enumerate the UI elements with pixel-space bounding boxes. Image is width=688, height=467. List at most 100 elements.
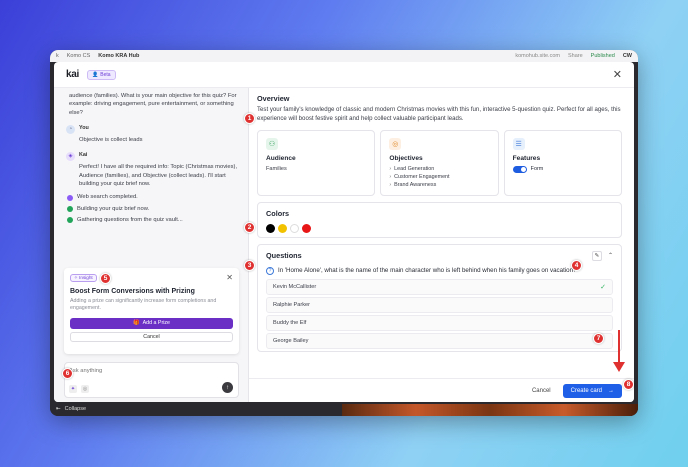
close-icon[interactable]: ✕ [613, 68, 622, 81]
user-avatar-icon: ◔ [66, 125, 75, 135]
brief-pane: Overview Test your family's knowledge of… [249, 88, 634, 402]
status-step: Building your quiz brief now. [66, 205, 240, 213]
kai-modal: kai 👤 Beta ✕ audience (families). What i… [54, 62, 634, 402]
color-swatch-white[interactable] [290, 223, 299, 233]
kai-message-intro: audience (families). What is your main o… [69, 93, 237, 116]
overview-text: Test your family's knowledge of classic … [257, 106, 621, 122]
beta-label: Beta [100, 71, 111, 78]
kai-message-text: Perfect! I have all the required info: T… [79, 164, 238, 187]
objectives-list: Lead Generation Customer Engagement Bran… [389, 165, 489, 190]
magic-wand-icon[interactable]: ✦ [69, 385, 77, 393]
breadcrumb-hub[interactable]: Komo KRA Hub [98, 53, 139, 59]
annotation-marker-3: 3 [244, 260, 255, 271]
check-circle-icon [67, 205, 73, 212]
sliders-icon: ☰ [512, 137, 525, 150]
color-swatches [266, 223, 613, 233]
objectives-card: ◎ Objectives Lead Generation Customer En… [380, 129, 499, 196]
add-prize-button[interactable]: 🎁 Add a Prize [70, 317, 233, 329]
answer-option[interactable]: George Bailey [266, 332, 613, 349]
app-top-bar: k Komo CS Komo KRA Hub komohub.site.com … [50, 50, 638, 62]
collapse-icon[interactable]: ⇤ [56, 406, 61, 412]
answers-list: Kevin McCallister ✓ Ralphie Parker Buddy… [266, 278, 613, 349]
answer-text: Kevin McCallister [273, 283, 317, 290]
arrow-down-icon [613, 330, 625, 374]
question-row: ? In 'Home Alone', what is the name of t… [266, 266, 613, 275]
audience-value: Families [266, 165, 287, 172]
status-text: Building your quiz brief now. [77, 205, 150, 212]
annotation-marker-6: 6 [62, 368, 73, 379]
check-circle-icon [67, 217, 73, 224]
insight-tag: ✧ Insight [70, 274, 97, 282]
status-step: Web search completed. [66, 193, 240, 201]
modal-header: kai 👤 Beta ✕ [54, 62, 634, 88]
features-title: Features [512, 154, 541, 162]
objective-item: Brand Awareness [389, 181, 489, 189]
settings-icon[interactable]: ◎ [81, 385, 89, 393]
answer-text: Buddy the Elf [273, 319, 307, 326]
kai-avatar-icon: ◈ [66, 152, 75, 162]
cancel-button[interactable]: Cancel [532, 388, 551, 394]
overview-title: Overview [257, 94, 290, 103]
add-prize-label: Add a Prize [142, 320, 170, 327]
insight-description: Adding a prize can significantly increas… [70, 298, 217, 312]
collapse-button[interactable]: Collapse [65, 406, 86, 412]
send-button[interactable]: ↑ [222, 382, 233, 393]
bottom-bar: ⇤ Collapse [50, 402, 638, 416]
app-window: k Komo CS Komo KRA Hub komohub.site.com … [50, 50, 638, 416]
annotation-marker-8: 8 [623, 379, 634, 390]
sender-you: You [79, 125, 89, 132]
form-feature-row: Form [512, 165, 613, 173]
insight-tag-label: Insight [79, 275, 93, 280]
question-text: In 'Home Alone', what is the name of the… [278, 267, 577, 275]
color-swatch-red[interactable] [302, 223, 311, 233]
color-swatch-black[interactable] [266, 223, 275, 233]
colors-title: Colors [266, 208, 290, 218]
insight-cancel-button[interactable]: Cancel [70, 331, 233, 342]
input-tools: ✦ ◎ [69, 385, 89, 393]
status-step: Gathering questions from the quiz vault.… [66, 216, 240, 224]
check-icon: ✓ [600, 283, 606, 291]
audience-title: Audience [266, 154, 296, 162]
answer-option[interactable]: Kevin McCallister ✓ [266, 278, 613, 295]
annotation-marker-4: 4 [571, 260, 582, 271]
target-icon: ◎ [389, 137, 402, 150]
answer-text: George Bailey [273, 337, 309, 344]
arrow-right-icon: → [608, 387, 614, 394]
breadcrumb-workspace[interactable]: Komo CS [67, 53, 91, 59]
audience-card: ⚇ Audience Families [257, 129, 376, 196]
share-button[interactable]: Share [568, 53, 583, 59]
edit-pencil-icon[interactable]: ✎ [591, 250, 602, 261]
chat-pane: audience (families). What is your main o… [54, 88, 249, 402]
chat-input-box: ✦ ◎ ↑ [64, 362, 239, 398]
brief-cards: ⚇ Audience Families ◎ Objectives Lead Ge… [257, 129, 622, 196]
objectives-title: Objectives [389, 154, 423, 162]
ask-input[interactable] [69, 368, 234, 374]
user-message: ◔ You Objective is collect leads [66, 125, 240, 144]
progress-steps: Web search completed. Building your quiz… [66, 193, 240, 224]
questions-title: Questions [266, 251, 302, 261]
form-toggle[interactable] [512, 165, 527, 173]
user-icon: 👤 [92, 71, 99, 78]
annotation-marker-1: 1 [244, 113, 255, 124]
color-swatch-yellow[interactable] [278, 223, 287, 233]
annotation-marker-7: 7 [593, 333, 604, 344]
site-link[interactable]: komohub.site.com [515, 53, 560, 59]
question-icon: ? [266, 266, 274, 275]
chevron-up-icon[interactable]: ⌃ [608, 252, 613, 259]
colors-section: Colors [257, 201, 622, 238]
answer-text: Ralphie Parker [273, 301, 310, 308]
gift-icon: 🎁 [133, 320, 140, 327]
status-text: Gathering questions from the quiz vault.… [77, 217, 183, 224]
search-done-icon [67, 194, 73, 201]
modal-footer: Cancel Create card → [249, 378, 634, 402]
app-logo-icon: k [56, 53, 59, 59]
answer-option[interactable]: Buddy the Elf [266, 314, 613, 331]
objective-item: Lead Generation [389, 165, 489, 173]
kai-message: ◈ Kai Perfect! I have all the required i… [66, 152, 240, 188]
chat-log: audience (families). What is your main o… [54, 88, 248, 225]
user-avatar[interactable]: CW [623, 53, 632, 59]
close-icon[interactable]: ✕ [226, 273, 233, 282]
answer-option[interactable]: Ralphie Parker [266, 296, 613, 313]
sender-kai: Kai [79, 152, 88, 159]
create-card-button[interactable]: Create card → [562, 383, 622, 398]
